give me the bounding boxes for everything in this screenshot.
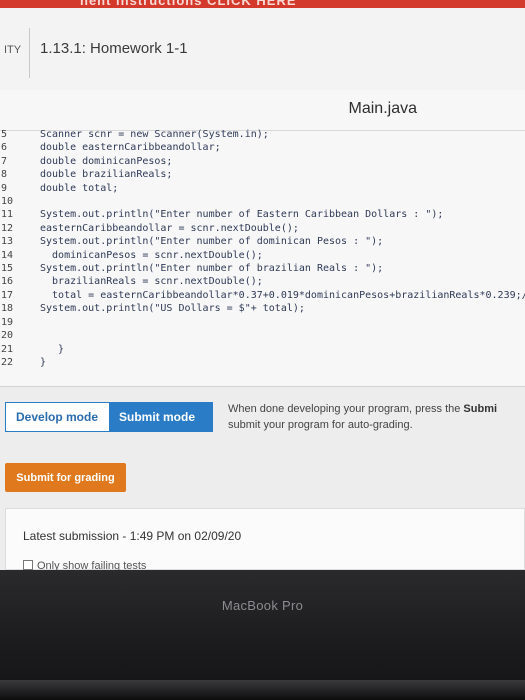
failing-tests-toggle[interactable]: Only show failing tests: [23, 557, 146, 571]
code-line: System.out.println("US Dollars = $"+ tot…: [40, 303, 305, 315]
line-number: 11: [1, 209, 14, 221]
code-line: System.out.println("Enter number of braz…: [40, 263, 384, 275]
laptop-brand-label: MacBook Pro: [221, 598, 304, 613]
line-number: 15: [1, 263, 14, 275]
laptop-bezel: MacBook Pro: [0, 570, 525, 700]
code-line: }: [40, 356, 47, 368]
failing-tests-label: Only show failing tests: [37, 560, 147, 571]
instructions-banner-text[interactable]: nent instructions CLICK HERE: [80, 0, 297, 8]
line-number: 22: [1, 356, 14, 368]
instructions-line1: When done developing your program, press…: [228, 403, 464, 415]
line-number-gutter: 5 6 7 8 9 10 11 12 13 14 15 16 17 18 19 20 21 22: [0, 128, 24, 368]
code-line: Scanner scnr = new Scanner(System.in);: [40, 129, 269, 140]
code-line: dominicanPesos = scnr.nextDouble();: [40, 249, 263, 261]
line-number: 13: [1, 236, 14, 248]
line-number: 9: [1, 182, 8, 194]
code-area[interactable]: Scanner scnr = new Scanner(System.in); do…: [40, 128, 525, 369]
line-number: 8: [1, 169, 8, 181]
header-divider: [29, 28, 30, 78]
line-number: 21: [1, 343, 14, 355]
line-number: 18: [1, 303, 14, 315]
code-line: double total;: [40, 182, 119, 194]
code-line: System.out.println("Enter number of East…: [40, 209, 444, 221]
submit-instructions: When done developing your program, press…: [228, 401, 525, 433]
latest-submission-text: Latest submission - 1:49 PM on 02/09/20: [23, 529, 242, 543]
submit-for-grading-button[interactable]: Submit for grading: [5, 463, 126, 492]
line-number: 10: [1, 196, 14, 208]
instructions-banner[interactable]: nent instructions CLICK HERE: [0, 0, 525, 8]
code-line: double easternCaribbeandollar;: [40, 142, 221, 154]
activity-label: ITY: [4, 44, 22, 56]
instructions-line2: submit your program for auto-grading.: [228, 419, 413, 431]
activity-header: ITY 1.13.1: Homework 1-1: [0, 8, 525, 90]
line-number: 5: [1, 129, 8, 140]
submit-mode-button[interactable]: Submit mode: [109, 403, 212, 431]
code-line: double dominicanPesos;: [40, 155, 173, 167]
code-line: double brazilianReals;: [40, 169, 173, 181]
code-editor[interactable]: Main.java 5 6 7 8 9 10 11 12 13 14 15 16 17 18 19 20 21 2…: [0, 90, 525, 387]
submission-results-panel: Latest submission - 1:49 PM on 02/09/20 …: [5, 508, 525, 571]
line-number: 14: [1, 249, 14, 261]
laptop-hinge: [0, 680, 525, 700]
line-number: 17: [1, 289, 14, 301]
line-number: 16: [1, 276, 14, 288]
line-number: 19: [1, 316, 14, 328]
code-line: easternCaribbeandollar = scnr.nextDouble…: [40, 222, 299, 234]
code-line: total = easternCaribbeandollar*0.37+0.01…: [40, 289, 525, 301]
line-number: 12: [1, 222, 14, 234]
code-line: }: [40, 343, 65, 355]
code-line: brazilianReals = scnr.nextDouble();: [40, 276, 263, 288]
failing-tests-checkbox[interactable]: [23, 560, 33, 570]
instructions-line1-bold: Submi: [463, 403, 498, 415]
file-name: Main.java: [348, 100, 417, 117]
code-line: System.out.println("Enter number of domi…: [40, 236, 384, 248]
line-number: 7: [1, 155, 8, 167]
line-number: 20: [1, 330, 14, 342]
mode-toggle: Develop mode Submit mode: [5, 402, 213, 432]
line-number: 6: [1, 142, 8, 154]
develop-mode-button[interactable]: Develop mode: [6, 403, 109, 431]
page-title: 1.13.1: Homework 1-1: [40, 40, 188, 57]
